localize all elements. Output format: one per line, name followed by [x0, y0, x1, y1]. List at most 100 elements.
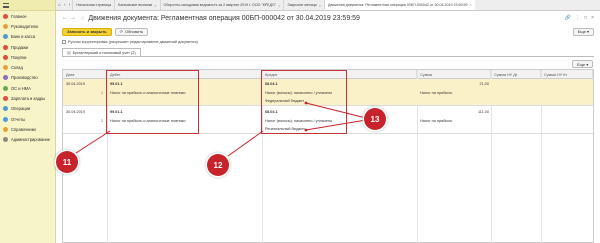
- row-amount: 111,00: [477, 110, 489, 114]
- column-header-amount[interactable]: Сумма: [417, 70, 491, 79]
- section-icon: [3, 126, 8, 132]
- section-icon: [3, 137, 8, 143]
- home-icon[interactable]: ⌂: [58, 2, 61, 8]
- sidebar-item[interactable]: Главное: [0, 11, 55, 21]
- tab-label: Оборотно-сальдовая ведомость за 2 кварта…: [163, 3, 277, 7]
- tab-document-movements[interactable]: Движения документа: Регламентная операци…: [324, 0, 475, 10]
- section-icon: [3, 85, 8, 91]
- tab-trial-balance[interactable]: Оборотно-сальдовая ведомость за 2 кварта…: [159, 0, 284, 10]
- sidebar-item-label: Главное: [11, 13, 27, 19]
- sidebar-item[interactable]: Руководителю: [0, 21, 55, 31]
- refresh-label: Обновить: [125, 29, 144, 34]
- tab-label: Движения документа: Регламентная операци…: [328, 2, 468, 7]
- title-navigation: ← →: [62, 15, 76, 21]
- tab-label: Закрытие месяца: [287, 3, 317, 7]
- more-vertical-icon[interactable]: ⋮: [575, 15, 580, 21]
- tab-accounting-tax[interactable]: ▤ Бухгалтерский и налоговый учет (2): [62, 48, 141, 56]
- tab-bank-statements[interactable]: Банковские выписки ×: [114, 0, 159, 10]
- back-icon[interactable]: ‹: [64, 2, 66, 8]
- close-icon[interactable]: ×: [469, 2, 471, 7]
- sidebar-item-label: Справочники: [11, 126, 36, 132]
- forward-arrow-icon[interactable]: →: [70, 15, 76, 21]
- close-icon[interactable]: ×: [154, 3, 156, 8]
- sidebar-item-label: Склад: [11, 65, 23, 71]
- section-icon: [3, 75, 8, 81]
- sidebar-item-label: Банк и касса: [11, 34, 36, 40]
- title-tools: 🔗 ⋮ □ ×: [565, 15, 594, 21]
- more-button[interactable]: Еще ▾: [572, 27, 594, 36]
- sidebar-item-label: Покупки: [11, 54, 27, 60]
- credit-highlight-box: [261, 70, 347, 134]
- sidebar-item[interactable]: ОС и НМА: [0, 83, 55, 93]
- tab-strip: ⌂ ‹ › Начальная страница Банковские выпи…: [56, 0, 600, 11]
- page-title: Движения документа: Регламентная операци…: [88, 14, 360, 22]
- manual-edit-option: Ручная корректировка (разрешает редактир…: [62, 40, 198, 44]
- section-icon: [3, 34, 8, 40]
- column-header-nu-kt[interactable]: Сумма НУ Кт: [541, 70, 593, 79]
- section-icon: [3, 23, 8, 29]
- sidebar-item[interactable]: Администрирование: [0, 135, 55, 145]
- save-and-close-button[interactable]: Записать и закрыть: [62, 27, 112, 36]
- column-header-date[interactable]: Дата: [63, 70, 107, 79]
- sidebar-item-label: Администрирование: [11, 137, 51, 143]
- row-content: Налог на прибыль: [420, 91, 453, 95]
- sidebar-item[interactable]: Отчеты: [0, 114, 55, 124]
- menu-icon[interactable]: [3, 3, 9, 8]
- row-amount: 21,00: [479, 82, 489, 86]
- back-arrow-icon[interactable]: ←: [62, 15, 68, 21]
- app-window: Главное Руководителю Банк и касса Продажи По…: [0, 0, 600, 243]
- sidebar-item[interactable]: Склад: [0, 62, 55, 72]
- refresh-button[interactable]: ⟳ Обновить: [114, 27, 149, 36]
- grid-more-button[interactable]: Еще ▾: [572, 60, 594, 68]
- close-icon[interactable]: ×: [319, 3, 321, 8]
- section-icon: [3, 13, 8, 19]
- callout-12: 12: [207, 154, 229, 176]
- sidebar-item-label: Руководителю: [11, 23, 39, 29]
- manual-edit-label: Ручная корректировка (разрешает редактир…: [68, 40, 198, 44]
- tab-home[interactable]: Начальная страница: [72, 0, 114, 10]
- tab-navigation: ⌂ ‹ ›: [56, 0, 72, 10]
- sidebar-header: [0, 0, 55, 11]
- row-content: Налог на прибыль: [420, 119, 453, 123]
- section-icon: [3, 106, 8, 112]
- divider: [62, 56, 594, 57]
- section-icon: [3, 65, 8, 71]
- sidebar-item-label: Зарплата и кадры: [11, 96, 46, 102]
- close-icon[interactable]: ×: [591, 15, 594, 21]
- row-date: 30.04.2019: [66, 82, 86, 86]
- tab-month-close[interactable]: Закрытие месяца ×: [283, 0, 324, 10]
- register-tabs: ▤ Бухгалтерский и налоговый учет (2): [62, 48, 141, 56]
- section-icon: [3, 54, 8, 60]
- forward-icon[interactable]: ›: [69, 2, 71, 8]
- sidebar-item[interactable]: Продажи: [0, 42, 55, 52]
- close-icon[interactable]: ×: [278, 3, 280, 8]
- tab-label: Банковские выписки: [118, 3, 153, 7]
- subtab-label: Бухгалтерский и налоговый учет (2): [72, 50, 136, 55]
- section-icon: [3, 116, 8, 122]
- sidebar-item-label: Производство: [11, 75, 38, 81]
- register-icon: ▤: [67, 51, 71, 55]
- sidebar-item-label: Операции: [11, 106, 31, 112]
- grid-more-label: Еще: [577, 61, 586, 67]
- section-icon: [3, 44, 8, 50]
- title-bar: ← → ☆ Движения документа: Регламентная о…: [62, 13, 594, 23]
- link-icon[interactable]: 🔗: [565, 15, 571, 21]
- sidebar-item[interactable]: Зарплата и кадры: [0, 93, 55, 103]
- toolbar: Записать и закрыть ⟳ Обновить Еще ▾: [62, 27, 594, 36]
- sidebar-item[interactable]: Справочники: [0, 124, 55, 134]
- sidebar-item[interactable]: Банк и касса: [0, 32, 55, 42]
- debit-highlight-box: [106, 70, 199, 134]
- favorite-star-icon[interactable]: ☆: [80, 15, 85, 22]
- manual-edit-checkbox[interactable]: [62, 40, 66, 44]
- callout-11: 11: [56, 151, 78, 173]
- sidebar-menu: Главное Руководителю Банк и касса Продажи По…: [0, 11, 55, 145]
- sidebar: Главное Руководителю Банк и касса Продажи По…: [0, 0, 56, 243]
- row-number: 2: [101, 119, 104, 123]
- column-header-nu-dt[interactable]: Сумма НУ Дт: [491, 70, 541, 79]
- more-label: Еще: [577, 29, 586, 34]
- sidebar-item[interactable]: Покупки: [0, 52, 55, 62]
- maximize-icon[interactable]: □: [584, 15, 587, 21]
- tab-label: Начальная страница: [76, 3, 112, 7]
- sidebar-item[interactable]: Операции: [0, 104, 55, 114]
- sidebar-item[interactable]: Производство: [0, 73, 55, 83]
